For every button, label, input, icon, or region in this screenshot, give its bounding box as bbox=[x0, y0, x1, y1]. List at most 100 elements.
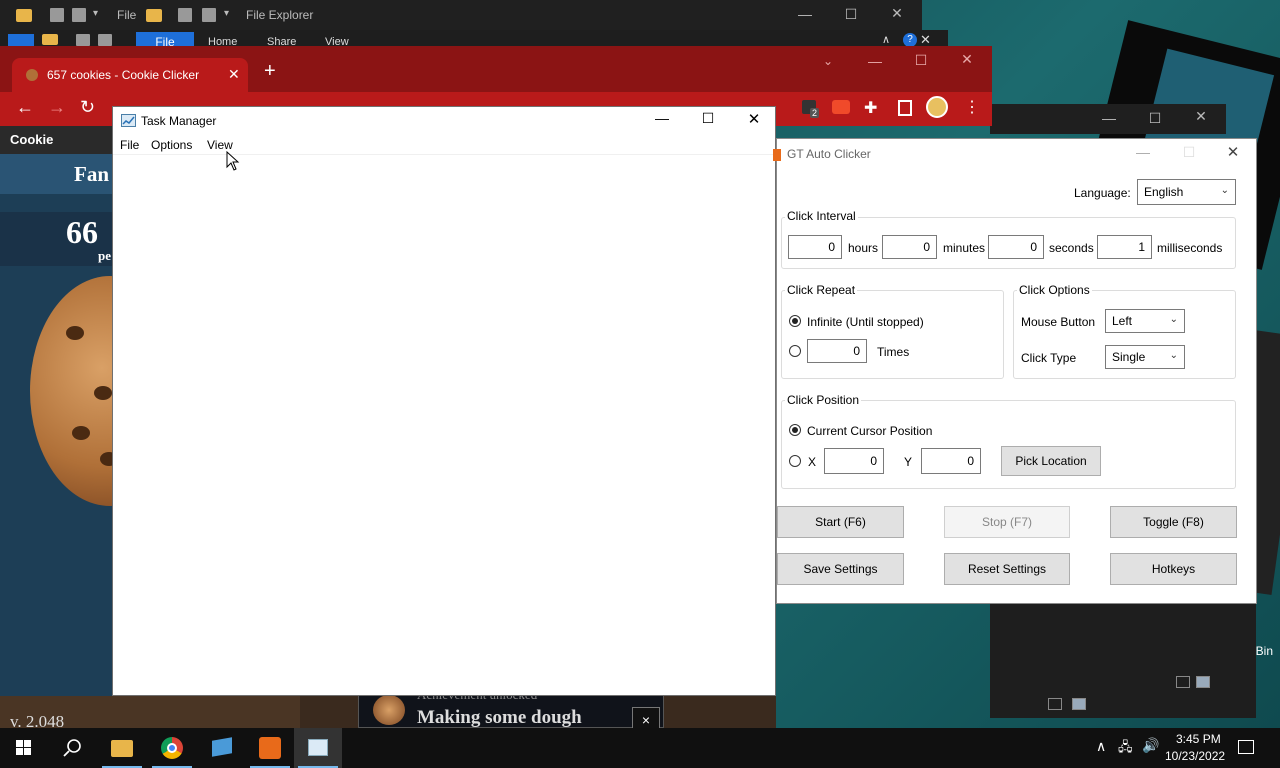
network-icon[interactable]: 🖧 bbox=[1118, 738, 1133, 760]
close-icon[interactable]: ✕ bbox=[1178, 108, 1224, 125]
mouse-button-label: Mouse Button bbox=[1021, 315, 1096, 329]
notification-icon[interactable] bbox=[1238, 740, 1254, 754]
taskbar-file-explorer[interactable] bbox=[98, 728, 146, 768]
repeat-times-input[interactable]: 0 bbox=[807, 339, 867, 363]
current-cursor-radio[interactable] bbox=[789, 424, 801, 436]
new-tab-icon[interactable]: + bbox=[264, 60, 276, 83]
profile-avatar[interactable] bbox=[926, 96, 948, 118]
taskbar-chrome[interactable] bbox=[148, 728, 196, 768]
search-button[interactable] bbox=[48, 728, 96, 768]
background-window-lower bbox=[990, 604, 1256, 718]
properties-icon[interactable] bbox=[178, 8, 192, 22]
view-details-icon[interactable] bbox=[1048, 698, 1062, 710]
view-details-icon[interactable] bbox=[1176, 676, 1190, 688]
new-folder-icon[interactable] bbox=[72, 8, 86, 22]
close-icon[interactable]: ✕ bbox=[944, 51, 990, 68]
reset-settings-button[interactable]: Reset Settings bbox=[944, 553, 1070, 585]
chevron-down-icon: ⌄ bbox=[1169, 314, 1178, 325]
clock-date[interactable]: 10/23/2022 bbox=[1165, 749, 1225, 763]
minimize-icon[interactable]: — bbox=[1086, 110, 1132, 126]
minimize-icon[interactable]: — bbox=[782, 6, 828, 22]
minimize-icon[interactable]: — bbox=[852, 53, 898, 69]
x-label: X bbox=[808, 455, 817, 469]
background-window: — ☐ ✕ bbox=[990, 104, 1226, 134]
cookie-favicon-icon bbox=[26, 69, 38, 81]
chevron-down-icon: ⌄ bbox=[1220, 185, 1229, 196]
pick-position-radio[interactable] bbox=[789, 455, 801, 467]
new-folder-icon[interactable] bbox=[98, 34, 112, 46]
save-settings-button[interactable]: Save Settings bbox=[777, 553, 904, 585]
cookie-clicker-footer bbox=[300, 696, 360, 728]
maximize-icon[interactable]: ☐ bbox=[828, 6, 874, 23]
close-icon[interactable]: ✕ bbox=[731, 110, 777, 128]
chocolate-chip bbox=[66, 326, 84, 340]
view-tiles-icon[interactable] bbox=[1196, 676, 1210, 688]
extension-red-icon[interactable] bbox=[832, 100, 850, 114]
achievement-name: Making some dough bbox=[417, 707, 582, 728]
x-input[interactable]: 0 bbox=[824, 448, 884, 474]
minimize-icon[interactable]: — bbox=[1121, 144, 1165, 160]
minimize-icon[interactable]: — bbox=[639, 110, 685, 126]
chocolate-chip bbox=[72, 426, 90, 440]
app-icon bbox=[212, 737, 232, 757]
tab-close-icon[interactable]: ✕ bbox=[228, 66, 240, 83]
menu-dots-icon[interactable]: ⋮ bbox=[964, 97, 980, 117]
puzzle-icon[interactable]: ✚ bbox=[864, 98, 877, 118]
seconds-input[interactable]: 0 bbox=[988, 235, 1044, 259]
qa-dropdown-icon[interactable]: ▾ bbox=[93, 8, 98, 19]
maximize-icon[interactable]: ☐ bbox=[685, 110, 731, 127]
side-panel-icon[interactable] bbox=[898, 100, 912, 116]
y-input[interactable]: 0 bbox=[921, 448, 981, 474]
start-button[interactable] bbox=[0, 728, 48, 768]
taskbar-app[interactable] bbox=[198, 728, 246, 768]
chrome-tab-cookie-clicker[interactable]: 657 cookies - Cookie Clicker ✕ bbox=[12, 58, 248, 92]
taskbar-gt-auto-clicker[interactable] bbox=[246, 728, 294, 768]
start-button[interactable]: Start (F6) bbox=[777, 506, 904, 538]
click-options-title: Click Options bbox=[1017, 283, 1092, 297]
extension-badge: 2 bbox=[810, 108, 820, 118]
chevron-up-icon[interactable]: ∧ bbox=[882, 33, 890, 46]
hours-input[interactable]: 0 bbox=[788, 235, 842, 259]
task-manager-title: Task Manager bbox=[141, 114, 217, 128]
hotkeys-button[interactable]: Hotkeys bbox=[1110, 553, 1237, 585]
maximize-icon[interactable]: ☐ bbox=[1167, 144, 1211, 161]
repeat-infinite-radio[interactable] bbox=[789, 315, 801, 327]
mouse-button-select[interactable]: Left ⌄ bbox=[1105, 309, 1185, 333]
reload-icon[interactable]: ↻ bbox=[80, 97, 95, 118]
new-folder-icon[interactable] bbox=[202, 8, 216, 22]
chevron-up-icon[interactable]: ∧ bbox=[1096, 738, 1106, 755]
milliseconds-input[interactable]: 1 bbox=[1097, 235, 1152, 259]
repeat-times-radio[interactable] bbox=[789, 345, 801, 357]
clock-time[interactable]: 3:45 PM bbox=[1176, 732, 1221, 746]
view-tiles-icon[interactable] bbox=[1072, 698, 1086, 710]
tab-search-icon[interactable]: ⌄ bbox=[823, 54, 833, 68]
language-select[interactable]: English ⌄ bbox=[1137, 179, 1236, 205]
click-repeat-title: Click Repeat bbox=[785, 283, 858, 297]
current-cursor-label: Current Cursor Position bbox=[807, 424, 933, 438]
properties-icon[interactable] bbox=[76, 34, 90, 46]
maximize-icon[interactable]: ☐ bbox=[898, 52, 944, 69]
properties-icon[interactable] bbox=[50, 8, 64, 22]
bakery-name: Fan bbox=[74, 162, 110, 186]
forward-icon[interactable]: → bbox=[48, 97, 66, 118]
taskbar-task-manager[interactable] bbox=[294, 728, 342, 768]
close-icon[interactable]: ✕ bbox=[1211, 143, 1255, 161]
back-icon[interactable]: ← bbox=[16, 97, 34, 118]
maximize-icon[interactable]: ☐ bbox=[1132, 110, 1178, 127]
chrome-tab-title: 657 cookies - Cookie Clicker bbox=[47, 68, 200, 82]
auto-clicker-icon bbox=[259, 737, 281, 759]
close-icon[interactable]: ✕ bbox=[874, 5, 920, 22]
toggle-button[interactable]: Toggle (F8) bbox=[1110, 506, 1237, 538]
volume-icon[interactable]: 🔊 bbox=[1142, 737, 1159, 754]
menu-view[interactable]: View bbox=[207, 138, 233, 152]
menu-file[interactable]: File bbox=[120, 138, 139, 152]
minutes-input[interactable]: 0 bbox=[882, 235, 937, 259]
qa-dropdown-icon[interactable]: ▾ bbox=[224, 8, 229, 19]
repeat-times-label: Times bbox=[877, 345, 910, 359]
menu-options[interactable]: Options bbox=[151, 138, 192, 152]
click-position-title: Click Position bbox=[785, 393, 862, 407]
pick-location-button[interactable]: Pick Location bbox=[1001, 446, 1101, 476]
stop-button[interactable]: Stop (F7) bbox=[944, 506, 1070, 538]
help-icon[interactable]: ? bbox=[903, 33, 917, 47]
click-type-select[interactable]: Single ⌄ bbox=[1105, 345, 1185, 369]
